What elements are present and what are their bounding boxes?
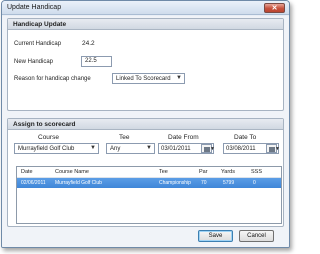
close-icon[interactable]: ✕ — [264, 3, 285, 13]
row-course: Murrayfield Golf Club — [55, 180, 102, 186]
date-from-value: 03/01/2011 — [161, 146, 191, 152]
chevron-down-icon: ▼ — [90, 145, 96, 151]
cancel-button[interactable]: Cancel — [239, 230, 274, 242]
date-from-label: Date From — [168, 134, 199, 141]
course-value: Murrayfield Golf Club — [18, 146, 75, 152]
table-row[interactable]: 02/06/2011 Murrayfield Golf Club Champio… — [17, 178, 281, 188]
tee-label: Tee — [119, 134, 130, 141]
column-course-name[interactable]: Course Name — [55, 169, 89, 175]
column-sss[interactable]: SSS — [251, 169, 262, 175]
date-to-picker[interactable]: 03/08/2011 ▼ — [223, 143, 280, 154]
grid-header: Date Course Name Tee Par Yards SSS — [17, 167, 281, 178]
handicap-update-group: Handicap Update Current Handicap 24.2 Ne… — [7, 18, 284, 111]
window-title: Update Handicap — [7, 4, 62, 11]
date-to-label: Date To — [234, 134, 257, 141]
save-button[interactable]: Save — [198, 230, 233, 242]
column-yards[interactable]: Yards — [221, 169, 235, 175]
current-handicap-label: Current Handicap — [14, 41, 62, 47]
chevron-down-icon: ▼ — [146, 145, 152, 151]
reason-value-text: Linked To Scorecard — [116, 76, 171, 82]
reason-label: Reason for handicap change — [14, 76, 91, 82]
dialog-body: Handicap Update Current Handicap 24.2 Ne… — [2, 16, 289, 247]
row-date: 02/06/2011 — [21, 180, 46, 186]
date-from-picker[interactable]: 03/01/2011 ▼ — [158, 143, 215, 154]
handicap-update-header: Handicap Update — [8, 19, 283, 30]
course-dropdown[interactable]: Murrayfield Golf Club ▼ — [14, 143, 99, 154]
tee-dropdown[interactable]: Any ▼ — [106, 143, 155, 154]
update-handicap-dialog: Update Handicap ✕ Handicap Update Curren… — [1, 0, 290, 248]
calendar-icon[interactable]: ▼ — [266, 144, 280, 153]
assign-scorecard-header: Assign to scorecard — [8, 119, 283, 130]
scorecard-grid[interactable]: Date Course Name Tee Par Yards SSS 02/06… — [16, 166, 282, 224]
current-handicap-value: 24.2 — [82, 40, 95, 47]
new-handicap-label: New Handicap — [14, 59, 54, 65]
calendar-icon[interactable]: ▼ — [201, 144, 215, 153]
course-label: Course — [38, 134, 59, 141]
row-yards: 5799 — [223, 180, 235, 186]
tee-value: Any — [110, 146, 121, 152]
reason-dropdown[interactable]: Linked To Scorecard ▼ — [112, 73, 185, 84]
date-to-value: 03/08/2011 — [226, 146, 256, 152]
new-handicap-input[interactable]: 22.5 — [81, 56, 112, 67]
row-sss: 0 — [253, 180, 256, 186]
assign-scorecard-group: Assign to scorecard Course Tee Date From… — [7, 118, 284, 227]
chevron-down-icon: ▼ — [176, 75, 182, 81]
row-tee: Championship — [159, 180, 191, 186]
column-date[interactable]: Date — [21, 169, 33, 175]
column-par[interactable]: Par — [199, 169, 208, 175]
title-bar: Update Handicap ✕ — [2, 1, 289, 15]
column-tee[interactable]: Tee — [159, 169, 168, 175]
row-par: 70 — [201, 180, 207, 186]
